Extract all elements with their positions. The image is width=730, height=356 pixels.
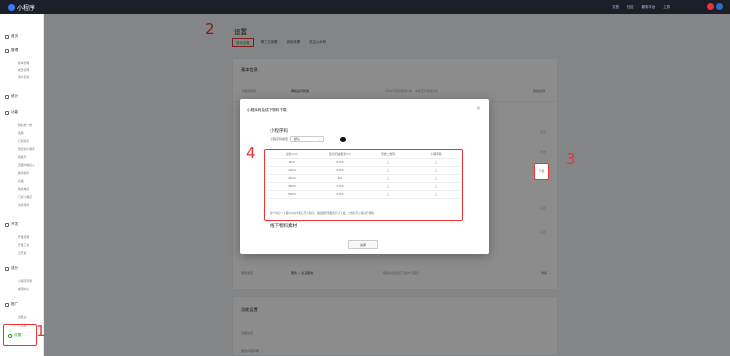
row-link[interactable]: 修改	[540, 130, 546, 134]
table-highlight-box	[264, 149, 463, 221]
sidebar-sub-item[interactable]: 版本管理	[18, 61, 29, 65]
sidebar-sub-item[interactable]: 开发工具	[18, 243, 29, 247]
download-button[interactable]: 下载	[534, 163, 549, 180]
sidebar-item-settings[interactable]: 设置	[8, 333, 21, 338]
sidebar-sub-item[interactable]: 小程序评测	[18, 279, 32, 283]
section-title: 小程序码	[270, 129, 288, 134]
sidebar-item-stats[interactable]: 统计	[5, 94, 18, 99]
app-logo[interactable]: 小程序	[8, 3, 35, 12]
sidebar-sub-item[interactable]: 物流助手	[18, 171, 29, 175]
sidebar-sub-item[interactable]: 交易组件	[18, 203, 29, 207]
sidebar-sub-item[interactable]: 流量主	[18, 315, 26, 319]
type-select[interactable]: 默认 ⌄	[290, 136, 324, 142]
avatar[interactable]	[716, 3, 723, 10]
row-link[interactable]: 修改	[540, 150, 546, 154]
sidebar-item-manage[interactable]: 管理	[5, 48, 18, 53]
close-icon[interactable]: ×	[476, 105, 481, 112]
close-button[interactable]: 关闭	[348, 240, 378, 249]
sidebar-sub-item[interactable]: 云开发	[18, 251, 26, 255]
top-bar: 小程序 文档 社区 服务平台 工具	[0, 0, 730, 14]
sidebar-sub-item[interactable]: 订阅消息	[18, 139, 29, 143]
sidebar: 首页 管理 版本管理 成员管理 用户反馈 统计 功能 微信搜一搜 客服 订阅消息…	[0, 14, 44, 356]
sidebar-item-features[interactable]: 功能	[5, 110, 18, 115]
sidebar-sub-item[interactable]: 页面内容接入	[18, 163, 35, 167]
dev-icon	[5, 222, 9, 227]
sidebar-sub-item[interactable]: 视频号	[18, 155, 26, 159]
growth-icon	[5, 266, 9, 271]
annotation-4: 4	[246, 144, 256, 162]
sidebar-sub-item[interactable]: 附近的小程序	[18, 147, 35, 151]
sidebar-item-dev[interactable]: 开发	[5, 222, 18, 227]
stats-icon	[5, 94, 9, 99]
chevron-down-icon: ⌄	[318, 137, 321, 141]
notification-icon[interactable]	[707, 3, 714, 10]
sidebar-sub-item[interactable]: 成员管理	[18, 68, 29, 72]
promote-icon	[5, 302, 9, 307]
sidebar-item-home[interactable]: 首页	[5, 34, 18, 39]
mini-program-logo-icon	[8, 4, 15, 11]
settings-icon	[8, 333, 12, 338]
annotation-3: 3	[566, 150, 576, 168]
top-links: 文档 社区 服务平台 工具	[612, 4, 670, 9]
top-link[interactable]: 服务平台	[642, 4, 656, 9]
sidebar-sub-item[interactable]: 用户反馈	[18, 75, 29, 79]
row-link[interactable]: 设置	[540, 206, 546, 210]
sidebar-item-promote[interactable]: 推广	[5, 302, 18, 307]
top-link[interactable]: 文档	[612, 4, 619, 9]
top-link[interactable]: 工具	[663, 4, 670, 9]
manage-icon	[5, 48, 9, 53]
row-link[interactable]: 设置	[540, 230, 546, 234]
top-link[interactable]: 社区	[627, 4, 634, 9]
sidebar-sub-item[interactable]: 跨境电商	[18, 187, 29, 191]
sidebar-sub-item[interactable]: 客服	[18, 131, 24, 135]
section-title: 线下物料素材	[270, 224, 297, 229]
type-label: 小程序码类型	[270, 137, 289, 141]
toggle-switch[interactable]	[340, 137, 346, 142]
sidebar-sub-item[interactable]: 开发管理	[18, 235, 29, 239]
sidebar-sub-item[interactable]: 微信搜一搜	[18, 123, 32, 127]
modal-title: 小程序码及线下物料下载	[247, 108, 287, 112]
sidebar-item-growth[interactable]: 成长	[5, 266, 18, 271]
home-icon	[5, 34, 9, 39]
sidebar-sub-item[interactable]: 规则中心	[18, 287, 29, 291]
app-name: 小程序	[17, 5, 36, 12]
features-icon	[5, 110, 9, 115]
sidebar-sub-item[interactable]: 直播	[18, 179, 24, 183]
sidebar-sub-item[interactable]: 门店小程序	[18, 195, 32, 199]
